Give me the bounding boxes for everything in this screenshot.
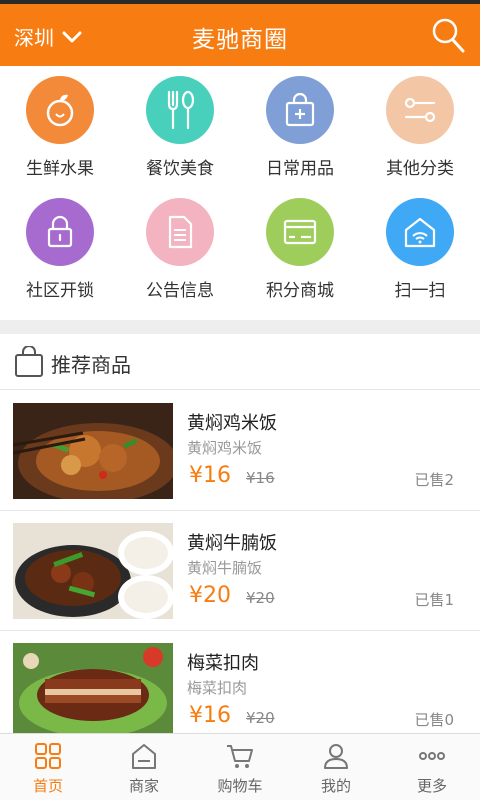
section-divider — [0, 320, 480, 334]
product-sold-count: 已售0 — [414, 711, 454, 729]
fruit-icon — [26, 76, 94, 144]
cutlery-icon — [146, 76, 214, 144]
product-sold-count: 已售1 — [414, 591, 454, 609]
lock-icon — [26, 198, 94, 266]
tab-label: 更多 — [416, 777, 447, 795]
category-label: 其他分类 — [386, 159, 454, 179]
product-original-price: ¥20 — [246, 589, 275, 607]
product-original-price: ¥20 — [246, 709, 275, 727]
product-subtitle: 黄焖鸡米饭 — [187, 439, 263, 457]
recommend-title: 推荐商品 — [51, 353, 131, 377]
product-original-price: ¥16 — [246, 469, 275, 487]
category-daily-goods[interactable]: 日常用品 — [240, 76, 360, 179]
tab-mine[interactable]: 我的 — [288, 734, 384, 800]
category-grid: 生鲜水果 餐饮美食 日常用品 其他分类 社区开锁 公告信息 积分商城 扫一扫 — [0, 66, 480, 320]
tab-more[interactable]: 更多 — [384, 734, 480, 800]
search-icon — [432, 18, 465, 53]
product-name: 黄焖鸡米饭 — [187, 413, 277, 434]
product-image — [13, 403, 173, 499]
category-other[interactable]: 其他分类 — [360, 76, 480, 179]
home-grid-icon — [35, 743, 61, 769]
tab-cart[interactable]: 购物车 — [192, 734, 288, 800]
tab-label: 商家 — [128, 777, 159, 795]
card-icon — [266, 198, 334, 266]
recommend-header: 推荐商品 — [0, 334, 480, 390]
cart-icon — [227, 745, 253, 768]
category-unlock[interactable]: 社区开锁 — [0, 198, 120, 301]
category-label: 扫一扫 — [394, 281, 446, 301]
page-title: 麦驰商圈 — [192, 27, 288, 53]
shopping-bag-icon — [266, 76, 334, 144]
product-price: ¥16 — [189, 703, 231, 728]
top-bar: 深圳 麦驰商圈 — [0, 0, 480, 66]
category-label: 积分商城 — [266, 281, 334, 301]
category-fresh-fruit[interactable]: 生鲜水果 — [0, 76, 120, 179]
wifi-home-icon — [386, 198, 454, 266]
tab-label: 首页 — [32, 777, 63, 795]
category-food[interactable]: 餐饮美食 — [120, 76, 240, 179]
tools-icon — [386, 76, 454, 144]
category-label: 公告信息 — [146, 281, 214, 301]
document-icon — [146, 198, 214, 266]
product-image — [13, 523, 173, 619]
more-icon — [419, 752, 445, 760]
category-notice[interactable]: 公告信息 — [120, 198, 240, 301]
category-label: 社区开锁 — [26, 281, 94, 301]
tab-label: 我的 — [320, 777, 351, 795]
product-price: ¥16 — [189, 463, 231, 488]
tab-label: 购物车 — [217, 777, 263, 795]
product-subtitle: 黄焖牛腩饭 — [187, 559, 263, 577]
product-price: ¥20 — [189, 583, 231, 608]
category-scan[interactable]: 扫一扫 — [360, 198, 480, 301]
tab-home[interactable]: 首页 — [0, 734, 96, 800]
category-label: 餐饮美食 — [146, 159, 214, 179]
shopping-bag-icon — [15, 346, 43, 377]
tab-stores[interactable]: 商家 — [96, 734, 192, 800]
product-subtitle: 梅菜扣肉 — [187, 679, 248, 697]
product-sold-count: 已售2 — [414, 471, 454, 489]
user-icon — [324, 744, 348, 769]
search-button[interactable] — [430, 16, 466, 54]
category-label: 日常用品 — [266, 159, 334, 179]
store-icon — [132, 744, 156, 769]
product-name: 梅菜扣肉 — [187, 653, 259, 674]
bottom-tab-bar: 首页 商家 购物车 我的 更多 — [0, 733, 480, 800]
category-label: 生鲜水果 — [26, 159, 94, 179]
product-name: 黄焖牛腩饭 — [187, 533, 277, 554]
product-item[interactable]: 黄焖牛腩饭 黄焖牛腩饭 ¥20 ¥20 已售1 — [0, 511, 480, 631]
category-points-mall[interactable]: 积分商城 — [240, 198, 360, 301]
product-image — [13, 643, 173, 739]
product-item[interactable]: 黄焖鸡米饭 黄焖鸡米饭 ¥16 ¥16 已售2 — [0, 391, 480, 511]
